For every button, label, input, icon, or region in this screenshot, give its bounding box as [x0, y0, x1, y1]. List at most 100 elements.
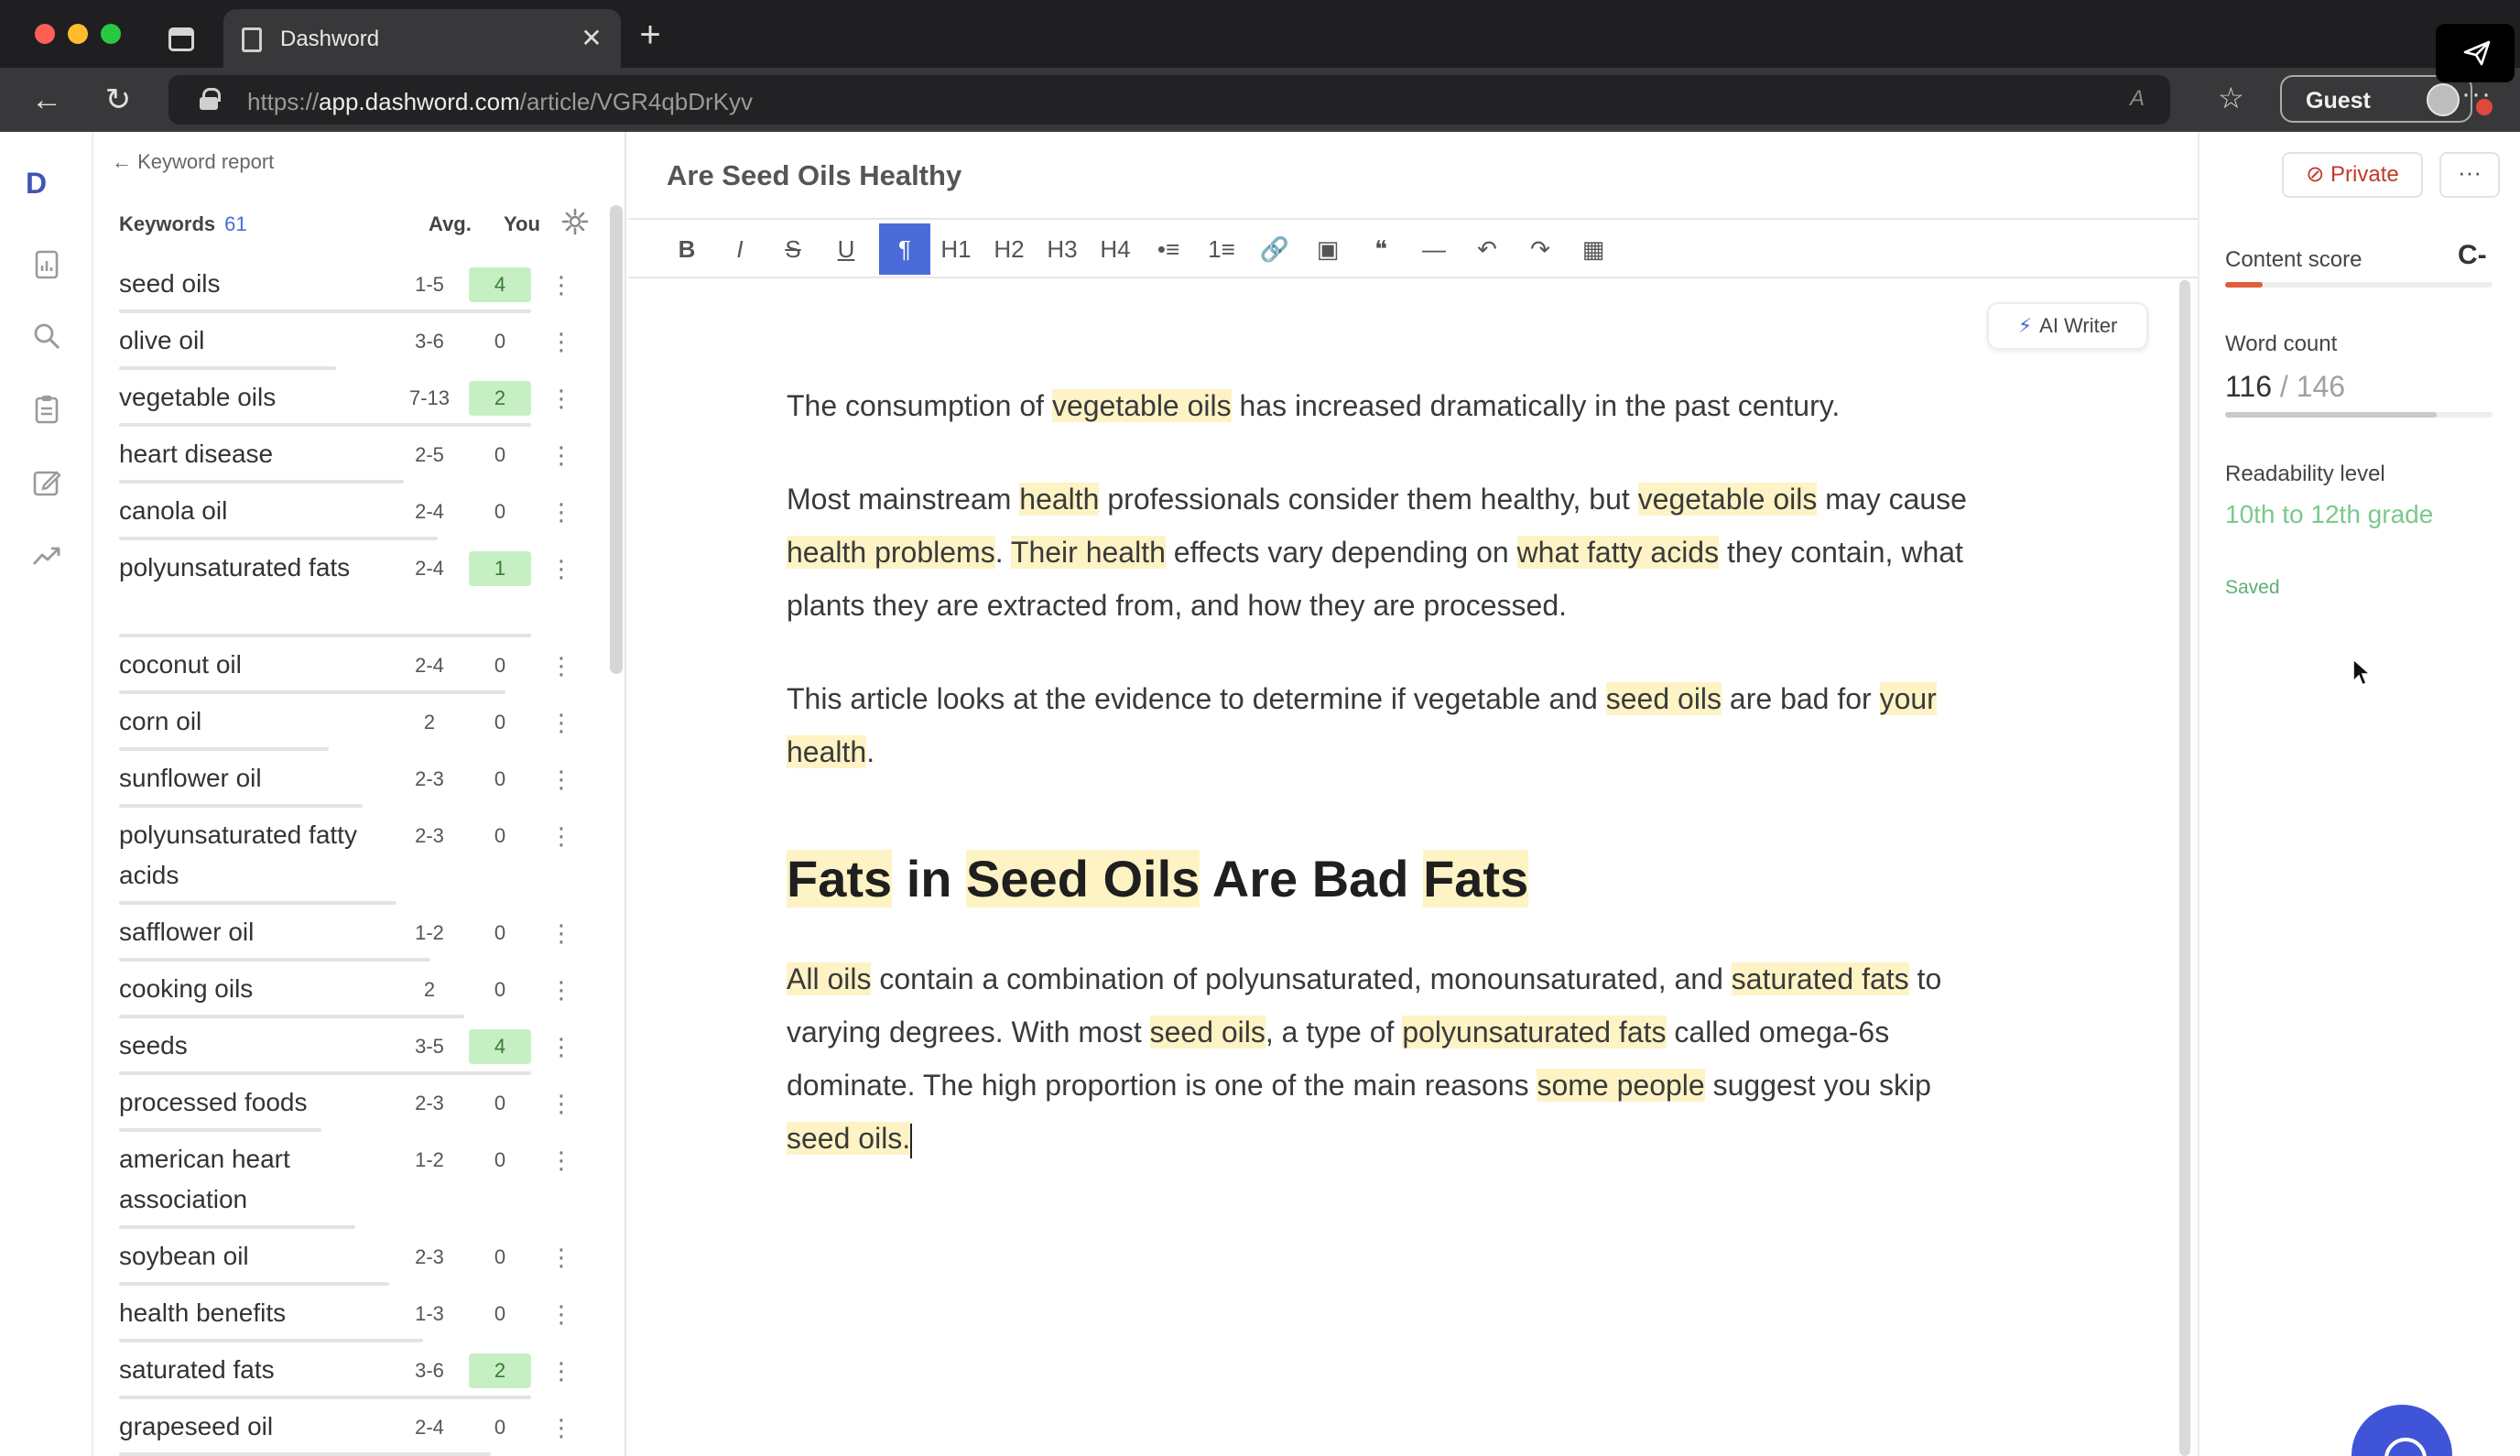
keyword-you-count: 0 — [494, 767, 506, 790]
keyword-more-icon[interactable]: ⋮ — [549, 1353, 573, 1388]
keyword-more-icon[interactable]: ⋮ — [549, 1410, 573, 1445]
app-logo[interactable]: D — [26, 167, 47, 201]
browser-tab[interactable]: Dashword ✕ — [223, 9, 621, 70]
numbered-list-button[interactable]: 1≡ — [1196, 223, 1247, 275]
keywords-title: Keywords — [119, 212, 216, 235]
search-icon[interactable] — [31, 321, 62, 352]
keyword-row[interactable]: health benefits 1-3 0 ⋮ — [95, 1286, 608, 1342]
link-button[interactable]: 🔗 — [1249, 223, 1300, 275]
keyword-row[interactable]: cooking oils 2 0 ⋮ — [95, 962, 608, 1018]
keyword-more-icon[interactable]: ⋮ — [549, 705, 573, 740]
keyword-row[interactable]: polyunsaturated fats 2-4 1 ⋮ — [95, 540, 608, 637]
keyword-more-icon[interactable]: ⋮ — [549, 819, 573, 853]
keyword-more-icon[interactable]: ⋮ — [549, 267, 573, 302]
minimize-window-button[interactable] — [68, 24, 88, 44]
keyword-row[interactable]: american heart association 1-2 0 ⋮ — [95, 1132, 608, 1229]
bullet-list-button[interactable]: •≡ — [1143, 223, 1194, 275]
keyword-more-icon[interactable]: ⋮ — [549, 438, 573, 473]
close-window-button[interactable] — [35, 24, 55, 44]
ai-writer-button[interactable]: ⚡ AI Writer — [1987, 302, 2148, 350]
keyword-more-icon[interactable]: ⋮ — [549, 494, 573, 529]
chat-support-button[interactable] — [2352, 1405, 2452, 1456]
keyword-more-icon[interactable]: ⋮ — [549, 1240, 573, 1275]
profile-label: Guest — [2306, 88, 2371, 114]
sidebar-toggle-icon[interactable] — [168, 27, 194, 51]
undo-button[interactable]: ↶ — [1461, 223, 1513, 275]
quote-button[interactable]: ❝ — [1355, 223, 1407, 275]
favorites-star-icon[interactable]: ☆ — [2218, 81, 2244, 115]
keyword-row[interactable]: vegetable oils 7-13 2 ⋮ — [95, 370, 608, 427]
keyword-row[interactable]: olive oil 3-6 0 ⋮ — [95, 313, 608, 370]
keyword-row[interactable]: soybean oil 2-3 0 ⋮ — [95, 1229, 608, 1286]
text-run: effects vary depending on — [1165, 536, 1517, 569]
keyword-more-icon[interactable]: ⋮ — [549, 972, 573, 1007]
more-options-button[interactable]: ··· — [2439, 152, 2500, 198]
keyword-more-icon[interactable]: ⋮ — [549, 324, 573, 359]
document-title[interactable]: Are Seed Oils Healthy — [667, 159, 961, 192]
keyword-row[interactable]: coconut oil 2-4 0 ⋮ — [95, 637, 608, 694]
read-aloud-icon[interactable]: A — [2130, 86, 2145, 112]
edit-icon[interactable] — [31, 467, 62, 498]
back-arrow-icon[interactable]: ← — [27, 81, 66, 119]
keyword-row[interactable]: safflower oil 1-2 0 ⋮ — [95, 905, 608, 962]
trend-icon[interactable] — [31, 540, 62, 571]
keyword-row[interactable]: grapeseed oil 2-4 0 ⋮ — [95, 1399, 608, 1456]
settings-gear-icon[interactable] — [560, 207, 590, 236]
keyword-row[interactable]: processed foods 2-3 0 ⋮ — [95, 1075, 608, 1132]
article-body[interactable]: The consumption of vegetable oils has in… — [787, 379, 1995, 1205]
close-tab-icon[interactable]: ✕ — [573, 20, 610, 57]
image-button[interactable]: ▣ — [1302, 223, 1353, 275]
text-run: in — [892, 850, 967, 907]
italic-button[interactable]: I — [714, 223, 766, 275]
heading4-button[interactable]: H4 — [1090, 223, 1141, 275]
keyword-more-icon[interactable]: ⋮ — [549, 1086, 573, 1121]
keyword-more-icon[interactable]: ⋮ — [549, 551, 573, 586]
heading1-button[interactable]: H1 — [930, 223, 982, 275]
address-bar[interactable]: https://app.dashword.com/article/VGR4qbD… — [168, 75, 2170, 125]
readability-label: Readability level — [2225, 462, 2385, 486]
private-button[interactable]: ⊘ Private — [2282, 152, 2423, 198]
heading2-button[interactable]: H2 — [983, 223, 1035, 275]
keyword-more-icon[interactable]: ⋮ — [549, 762, 573, 797]
keyword-row[interactable]: canola oil 2-4 0 ⋮ — [95, 484, 608, 540]
new-tab-icon[interactable]: + — [632, 16, 668, 53]
keyword-more-icon[interactable]: ⋮ — [549, 648, 573, 683]
keyword-scrollbar[interactable] — [610, 205, 623, 674]
keyword-more-icon[interactable]: ⋮ — [549, 381, 573, 416]
keyword-row[interactable]: seeds 3-5 4 ⋮ — [95, 1018, 608, 1075]
redo-button[interactable]: ↷ — [1515, 223, 1566, 275]
strikethrough-button[interactable]: S — [767, 223, 819, 275]
back-to-keyword-report-link[interactable]: ← Keyword report — [112, 150, 274, 174]
url-text[interactable]: https://app.dashword.com/article/VGR4qbD… — [247, 88, 753, 116]
keyword-row[interactable]: polyunsaturated fatty acids 2-3 0 ⋮ — [95, 808, 608, 905]
keyword-more-icon[interactable]: ⋮ — [549, 1297, 573, 1331]
editor-scrollbar[interactable] — [2179, 280, 2190, 1456]
keyword-avg: 2-3 — [415, 1092, 444, 1114]
keyword-row[interactable]: seed oils 1-5 4 ⋮ — [95, 256, 608, 313]
keyword-name: saturated fats — [119, 1355, 275, 1384]
reload-icon[interactable]: ↻ — [99, 81, 137, 119]
keyword-more-icon[interactable]: ⋮ — [549, 916, 573, 951]
report-icon[interactable] — [31, 249, 62, 280]
keyword-row[interactable]: heart disease 2-5 0 ⋮ — [95, 427, 608, 484]
keyword-more-icon[interactable]: ⋮ — [549, 1143, 573, 1178]
heading3-button[interactable]: H3 — [1037, 223, 1088, 275]
keyword-row[interactable]: saturated fats 3-6 2 ⋮ — [95, 1342, 608, 1399]
keyword-name: seeds — [119, 1031, 188, 1059]
zoom-window-button[interactable] — [101, 24, 121, 44]
underline-button[interactable]: U — [820, 223, 872, 275]
keyword-avg: 2-5 — [415, 443, 444, 466]
keyword-row[interactable]: sunflower oil 2-3 0 ⋮ — [95, 751, 608, 808]
keyword-row[interactable]: corn oil 2 0 ⋮ — [95, 694, 608, 751]
clipboard-icon[interactable] — [31, 394, 62, 425]
keyword-highlight: saturated fats — [1731, 962, 1909, 995]
paragraph-button[interactable]: ¶ — [879, 223, 930, 275]
keyword-avg: 2-4 — [415, 557, 444, 580]
share-button[interactable] — [2436, 24, 2515, 82]
divider-button[interactable]: — — [1408, 223, 1460, 275]
bold-button[interactable]: B — [661, 223, 712, 275]
keyword-more-icon[interactable]: ⋮ — [549, 1029, 573, 1064]
keyword-highlight: All oils — [787, 962, 872, 995]
table-button[interactable]: ▦ — [1568, 223, 1619, 275]
content-score-bar — [2225, 282, 2493, 288]
